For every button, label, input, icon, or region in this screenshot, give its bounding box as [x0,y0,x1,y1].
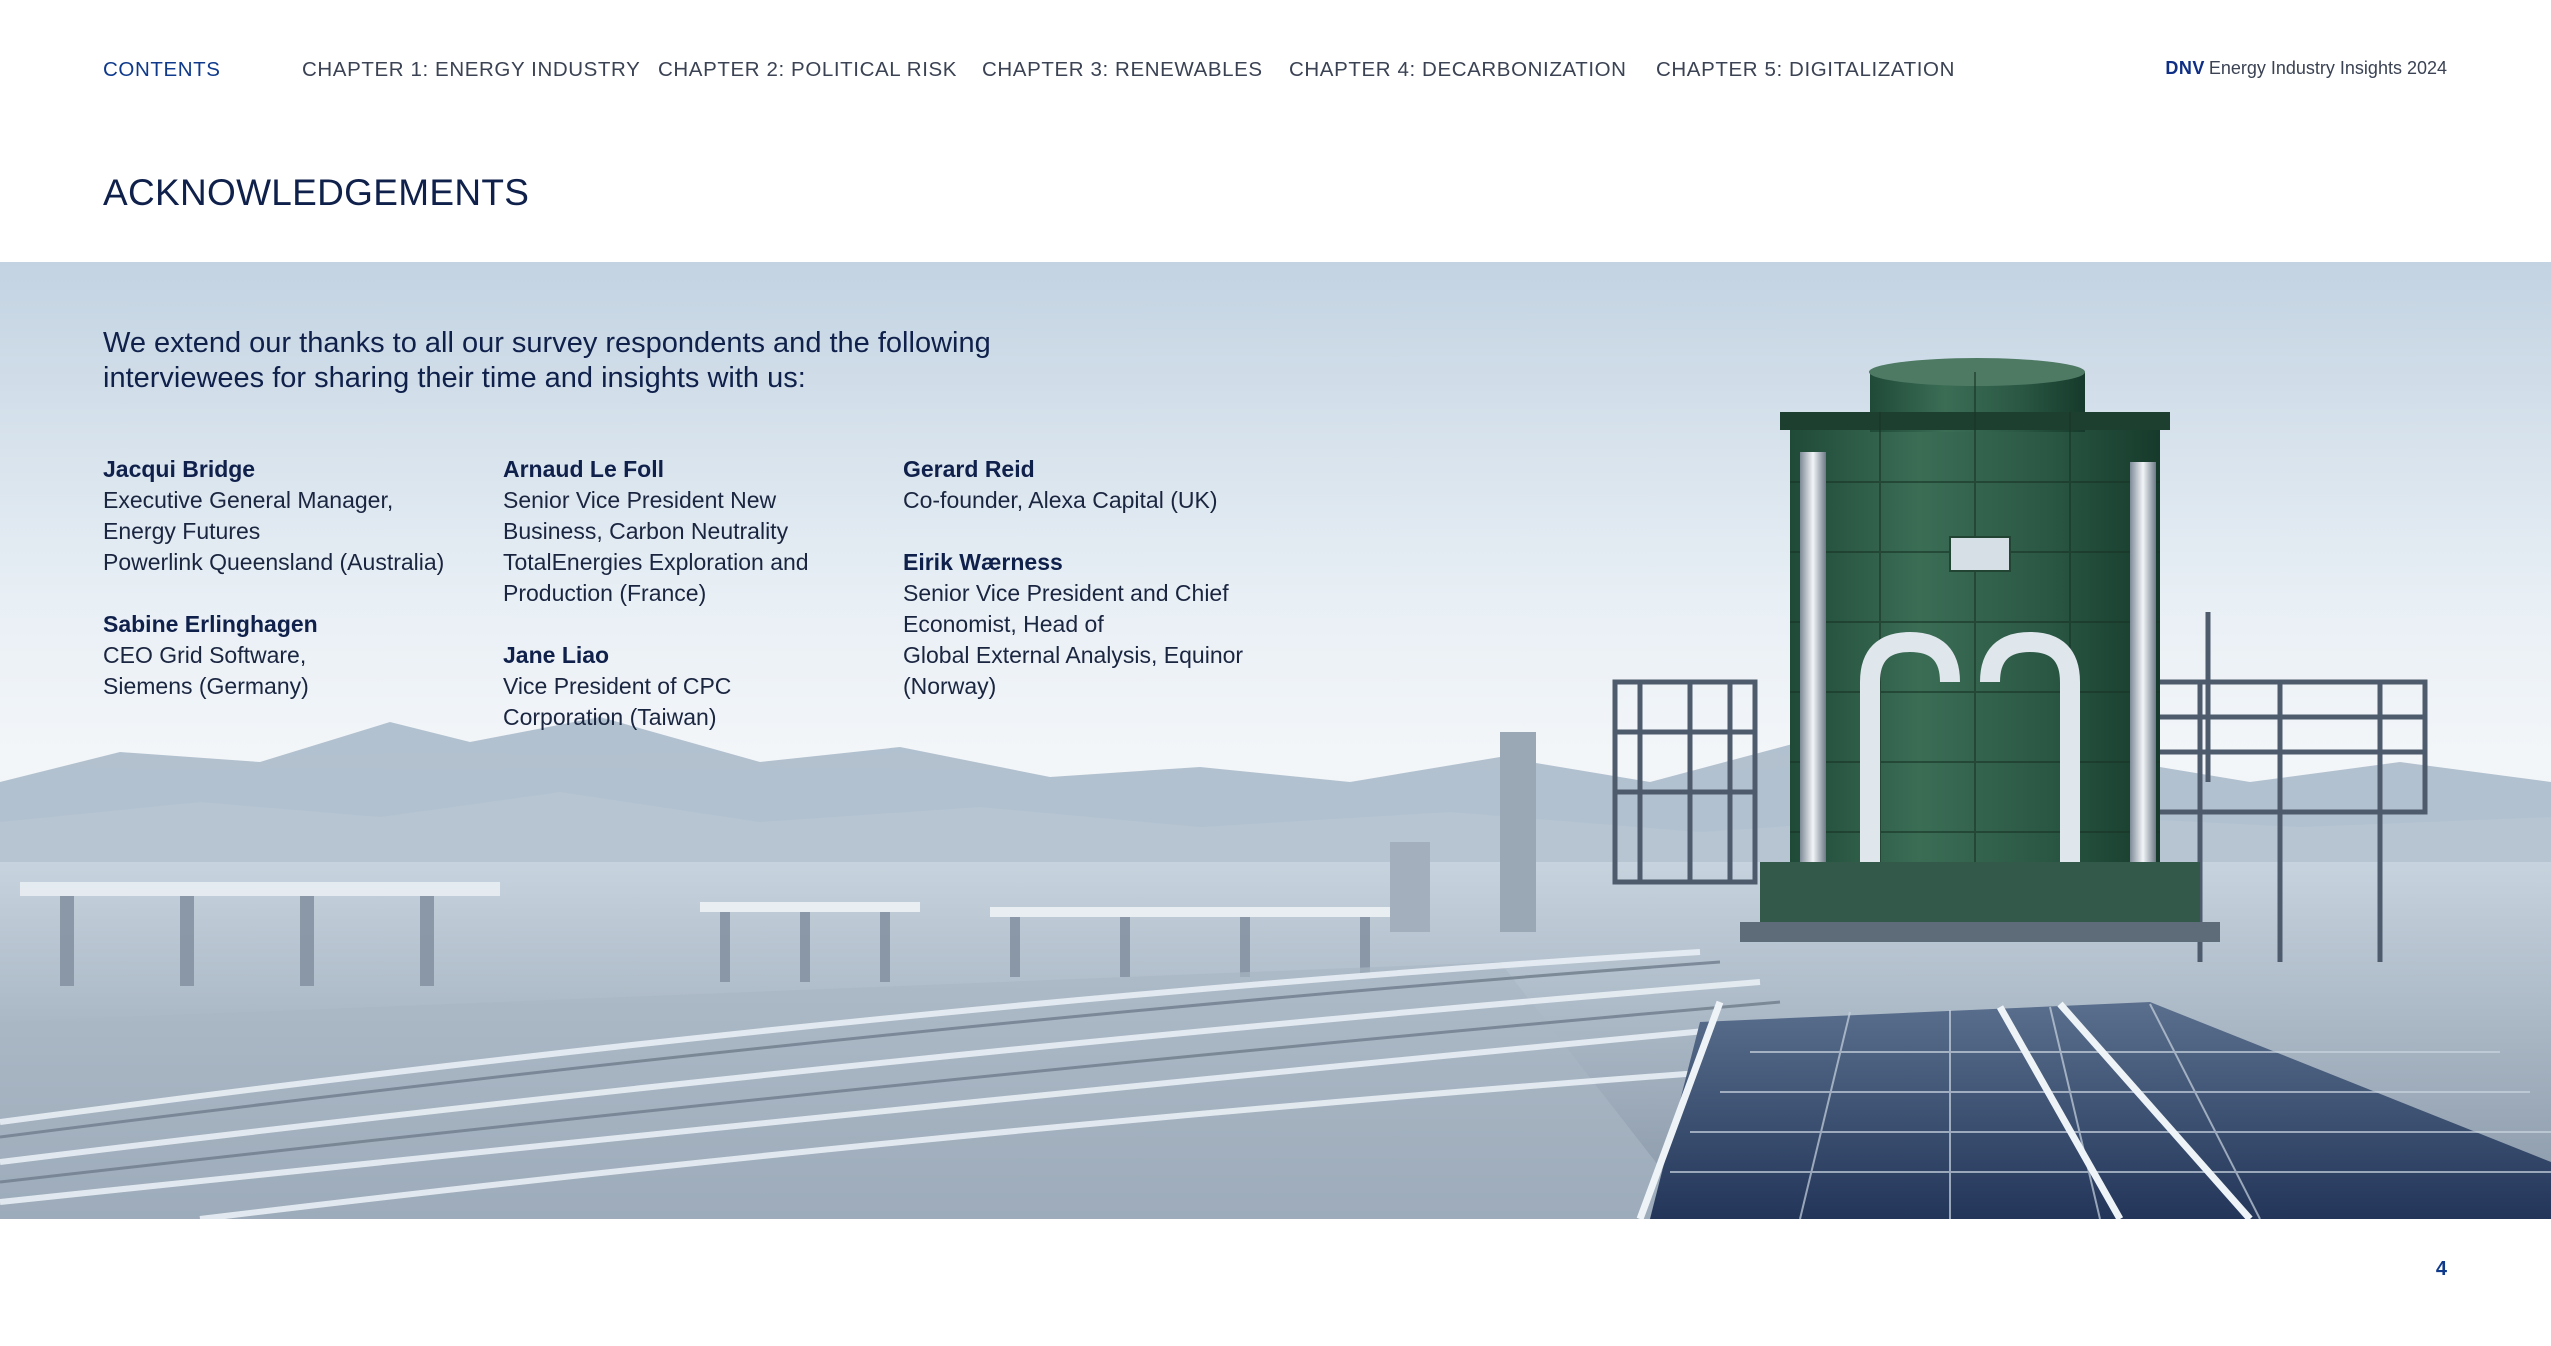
interviewee-role: Co-founder, Alexa Capital (UK) [903,487,1218,513]
nav-chapter-3[interactable]: CHAPTER 3: RENEWABLES [982,58,1263,82]
interviewee-name: Gerard Reid [903,456,1035,482]
brand-publication-title: Energy Industry Insights 2024 [2208,58,2447,78]
interviewee-column-2: Arnaud Le Foll Senior Vice President New… [503,454,883,764]
interviewee-role: Executive General Manager, Energy Future… [103,487,445,575]
interviewee-name: Jane Liao [503,642,610,668]
top-navigation: CONTENTS CHAPTER 1: ENERGY INDUSTRY CHAP… [0,0,2551,140]
interviewee-name: Sabine Erlinghagen [103,611,318,637]
page-title: ACKNOWLEDGEMENTS [103,172,530,213]
interviewee: Eirik Wærness Senior Vice President and … [903,547,1303,702]
interviewee-column-3: Gerard Reid Co-founder, Alexa Capital (U… [903,454,1303,733]
brand: DNV Energy Industry Insights 2024 [2165,58,2447,79]
interviewee: Sabine Erlinghagen CEO Grid Software, Si… [103,609,483,702]
interviewee-name: Eirik Wærness [903,549,1063,575]
interviewee-column-1: Jacqui Bridge Executive General Manager,… [103,454,483,733]
nav-chapter-1[interactable]: CHAPTER 1: ENERGY INDUSTRY [302,58,640,82]
interviewee-role: Senior Vice President New Business, Carb… [503,487,809,606]
nav-chapter-2[interactable]: CHAPTER 2: POLITICAL RISK [658,58,957,82]
brand-logo: DNV [2165,58,2205,78]
interviewee-name: Arnaud Le Foll [503,456,664,482]
industrial-plant-illustration [0,262,2551,1219]
nav-contents[interactable]: CONTENTS [103,58,221,82]
interviewee: Arnaud Le Foll Senior Vice President New… [503,454,883,609]
interviewee: Gerard Reid Co-founder, Alexa Capital (U… [903,454,1303,516]
intro-text: We extend our thanks to all our survey r… [103,327,991,394]
interviewee-name: Jacqui Bridge [103,456,256,482]
interviewee-role: Senior Vice President and Chief Economis… [903,580,1244,699]
interviewee: Jacqui Bridge Executive General Manager,… [103,454,483,578]
interviewee: Jane Liao Vice President of CPC Corporat… [503,640,883,733]
nav-chapter-5[interactable]: CHAPTER 5: DIGITALIZATION [1656,58,1955,82]
interviewee-role: CEO Grid Software, Siemens (Germany) [103,642,309,699]
page-number: 4 [2435,1258,2447,1280]
nav-chapter-4[interactable]: CHAPTER 4: DECARBONIZATION [1289,58,1627,82]
hero-image [0,262,2551,1219]
interviewee-role: Vice President of CPC Corporation (Taiwa… [503,673,732,730]
